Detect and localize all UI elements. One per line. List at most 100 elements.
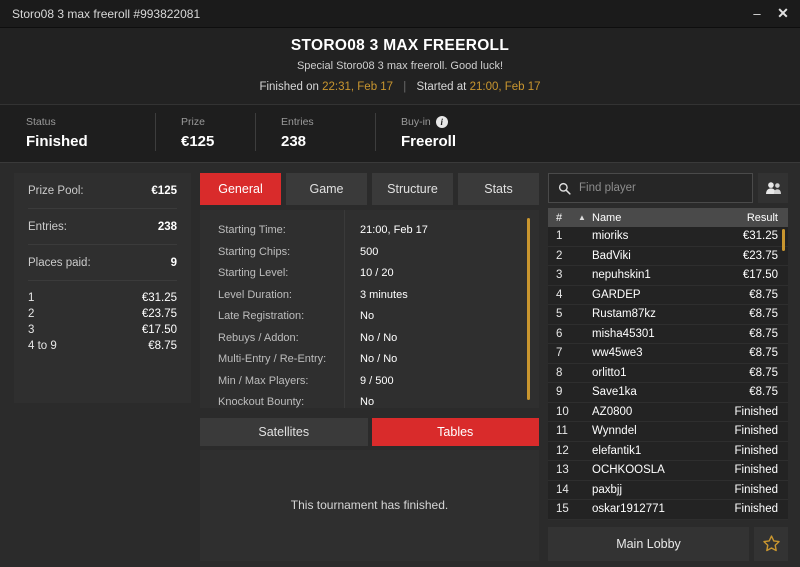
tournament-stat-strip: Status Finished Prize €125 Entries 238 B… <box>0 105 800 163</box>
player-rank: 13 <box>556 464 569 477</box>
table-row[interactable]: 7 ww45we3 €8.75 <box>548 344 788 364</box>
player-name: Wynndel <box>592 425 637 438</box>
player-name: misha45301 <box>592 327 655 340</box>
player-result: Finished <box>734 444 778 457</box>
player-search-row <box>548 173 788 203</box>
close-button[interactable]: ✕ <box>770 1 796 27</box>
detail-value: 21:00, Feb 17 <box>360 224 428 236</box>
entries-value: 238 <box>157 220 177 233</box>
table-row[interactable]: 4 GARDEP €8.75 <box>548 286 788 305</box>
player-result: Finished <box>734 425 778 438</box>
stat-entries-label: Entries <box>281 116 314 128</box>
table-row[interactable]: 6 misha45301 €8.75 <box>548 325 788 344</box>
table-row[interactable]: 5 Rustam87kz €8.75 <box>548 305 788 325</box>
tab-structure[interactable]: Structure <box>372 173 453 205</box>
segment-tables[interactable]: Tables <box>371 418 539 446</box>
table-row[interactable]: 12 elefantik1 Finished <box>548 442 788 461</box>
table-row[interactable]: 15 oskar1912771 Finished <box>548 500 788 520</box>
title-bar: Storo08 3 max freeroll #993822081 – ✕ <box>0 0 800 28</box>
main-lobby-button[interactable]: Main Lobby <box>548 526 749 561</box>
entries-row: Entries: 238 <box>28 209 177 245</box>
tab-game[interactable]: Game <box>286 173 367 205</box>
detail-value: 10 / 20 <box>360 267 394 279</box>
started-time: 21:00, Feb 17 <box>469 81 541 93</box>
detail-label: Level Duration: <box>218 288 292 301</box>
sort-ascending-icon[interactable]: ▲ <box>578 213 592 222</box>
player-rank: 2 <box>556 249 563 262</box>
payout-amount: €17.50 <box>141 324 177 336</box>
player-rank: 10 <box>556 405 569 418</box>
players-icon <box>765 182 781 194</box>
player-result: €8.75 <box>749 347 778 360</box>
table-row[interactable]: 3 nepuhskin1 €17.50 <box>548 266 788 286</box>
star-icon <box>762 535 780 552</box>
tab-stats[interactable]: Stats <box>458 173 539 205</box>
stat-status-value: Finished <box>26 133 88 150</box>
player-rank: 6 <box>556 327 563 340</box>
favorite-button[interactable] <box>754 526 788 561</box>
tournament-subtitle: Special Storo08 3 max freeroll. Good luc… <box>296 60 504 72</box>
stat-buyin-label-text: Buy-in <box>401 116 431 128</box>
tab-general[interactable]: General <box>200 173 281 205</box>
table-row[interactable]: 11 Wynndel Finished <box>548 422 788 442</box>
detail-value: 9 / 500 <box>360 374 394 387</box>
table-row[interactable]: 1 mioriks €31.25 <box>548 227 788 247</box>
details-column: General Game Structure Stats Starting Ti… <box>200 173 539 561</box>
prize-column: Prize Pool: €125 Entries: 238 Places pai… <box>14 173 191 561</box>
player-result: Finished <box>734 503 778 516</box>
detail-label: Starting Chips: <box>218 245 291 258</box>
player-name: ww45we3 <box>592 347 643 360</box>
detail-value: 3 minutes <box>360 288 408 301</box>
segment-satellites[interactable]: Satellites <box>200 418 368 446</box>
players-icon-button[interactable] <box>758 173 788 203</box>
payout-item: 2 €23.75 <box>28 306 177 322</box>
detail-label: Starting Level: <box>218 267 289 279</box>
stat-prize: Prize €125 <box>155 113 255 151</box>
table-row[interactable]: 2 BadViki €23.75 <box>548 247 788 266</box>
column-header-name[interactable]: Name <box>592 212 747 224</box>
search-input[interactable] <box>579 182 743 194</box>
player-result: €31.25 <box>742 230 778 243</box>
detail-scrollbar-thumb[interactable] <box>527 218 530 400</box>
minimize-button[interactable]: – <box>744 1 770 27</box>
prize-pool-value: €125 <box>151 184 177 197</box>
stat-status: Status Finished <box>0 116 155 150</box>
player-rank: 12 <box>556 444 569 457</box>
player-rank: 8 <box>556 366 563 379</box>
column-header-num[interactable]: # <box>556 212 578 224</box>
tournament-title: STORO08 3 MAX FREEROLL <box>290 37 510 54</box>
window-title: Storo08 3 max freeroll #993822081 <box>12 6 201 21</box>
player-rank: 11 <box>556 425 568 438</box>
player-name: GARDEP <box>592 288 641 301</box>
payout-amount: €23.75 <box>141 308 177 320</box>
table-segment-bar: Satellites Tables <box>200 418 539 446</box>
table-row[interactable]: 8 orlitto1 €8.75 <box>548 364 788 383</box>
info-icon[interactable]: i <box>435 116 448 128</box>
payout-item: 3 €17.50 <box>28 322 177 338</box>
prize-pool-row: Prize Pool: €125 <box>28 173 177 209</box>
table-row[interactable]: 14 paxbjj Finished <box>548 481 788 500</box>
detail-value-column: 21:00, Feb 17 500 10 / 20 3 minutes No N… <box>344 210 539 408</box>
player-table: # ▲ Name Result 1 mioriks €31.25 2 BadVi… <box>548 208 788 520</box>
detail-tabs: General Game Structure Stats <box>200 173 539 205</box>
player-result: €8.75 <box>749 366 778 379</box>
player-name: OCHKOOSLA <box>592 464 665 477</box>
player-rank: 1 <box>556 230 563 243</box>
stat-status-label: Status <box>26 116 56 128</box>
player-list-scrollbar-thumb[interactable] <box>782 229 785 251</box>
players-column: # ▲ Name Result 1 mioriks €31.25 2 BadVi… <box>548 173 788 561</box>
lobby-footer: Main Lobby <box>548 526 788 561</box>
detail-label: Min / Max Players: <box>218 374 309 387</box>
player-result: €17.50 <box>742 269 778 282</box>
table-row[interactable]: 9 Save1ka €8.75 <box>548 383 788 403</box>
table-row[interactable]: 10 AZ0800 Finished <box>548 403 788 422</box>
player-result: Finished <box>734 464 778 477</box>
tournament-times: Finished on 22:31, Feb 17 | Started at 2… <box>0 81 800 93</box>
player-search-box[interactable] <box>548 173 753 203</box>
tournament-lobby-window: Storo08 3 max freeroll #993822081 – ✕ ST… <box>0 0 800 567</box>
table-row[interactable]: 13 OCHKOOSLA Finished <box>548 461 788 481</box>
detail-label: Knockout Bounty: <box>218 396 305 408</box>
player-rank: 5 <box>556 308 563 321</box>
column-header-result[interactable]: Result <box>747 212 778 224</box>
payout-item: 1 €31.25 <box>28 290 177 306</box>
